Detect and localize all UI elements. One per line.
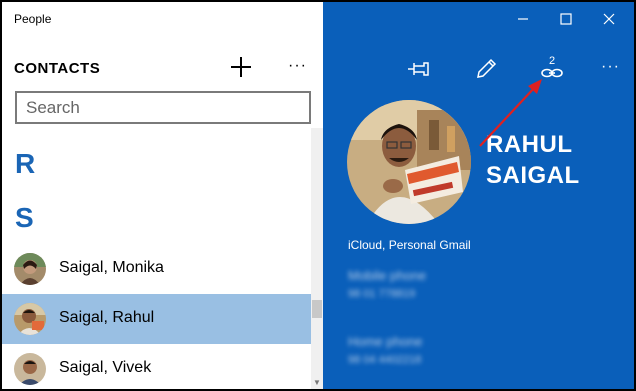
- add-contact-button[interactable]: [228, 54, 254, 80]
- maximize-button[interactable]: [556, 10, 576, 28]
- edit-contact-button[interactable]: [473, 56, 499, 82]
- contact-name: Saigal, Monika: [59, 259, 164, 276]
- contacts-pane: People CONTACTS ··· R S: [2, 2, 323, 389]
- more-icon: ···: [601, 58, 620, 75]
- scroll-down-icon[interactable]: ▼: [313, 378, 321, 387]
- people-app-window: People CONTACTS ··· R S: [2, 2, 634, 389]
- contact-item-rahul[interactable]: Saigal, Rahul: [2, 294, 311, 344]
- field-value: 98 01 778819: [348, 288, 416, 300]
- contacts-header: CONTACTS: [14, 60, 101, 77]
- more-icon: ···: [288, 57, 307, 74]
- account-source: iCloud, Personal Gmail: [348, 238, 471, 252]
- pin-to-start-button[interactable]: [405, 56, 431, 82]
- field-label: Home phone: [348, 334, 423, 349]
- minimize-button[interactable]: [513, 10, 533, 28]
- search-box[interactable]: [15, 91, 311, 124]
- more-options-button[interactable]: ···: [601, 58, 620, 76]
- group-header-r[interactable]: R: [15, 148, 35, 180]
- group-header-s[interactable]: S: [15, 202, 34, 234]
- contacts-scrollbar[interactable]: ▼: [311, 128, 323, 389]
- close-icon: [603, 13, 615, 25]
- contact-photo: [347, 100, 471, 224]
- search-input[interactable]: [17, 93, 309, 122]
- scrollbar-thumb[interactable]: [312, 300, 322, 318]
- field-label: Mobile phone: [348, 268, 427, 283]
- contact-full-name: RAHUL SAIGAL: [486, 129, 580, 191]
- edit-icon: [477, 58, 497, 78]
- minimize-icon: [518, 18, 528, 20]
- avatar: [14, 253, 46, 285]
- field-value: 98 04 4402218: [348, 354, 422, 366]
- link-icon: [541, 68, 563, 78]
- close-button[interactable]: [599, 10, 619, 28]
- app-title: People: [14, 12, 52, 26]
- avatar: [14, 303, 46, 335]
- contact-item-vivek[interactable]: Saigal, Vivek: [2, 344, 311, 389]
- contact-details-pane: 2 ··· RAHUL SAIGAL iCloud, Personal Gmai…: [323, 2, 634, 389]
- phone-field-home[interactable]: Home phone 98 04 4402218: [348, 334, 422, 366]
- maximize-icon: [560, 13, 572, 25]
- contact-name: Saigal, Vivek: [59, 359, 152, 376]
- contact-item-monika[interactable]: Saigal, Monika: [2, 244, 311, 294]
- avatar: [14, 353, 46, 385]
- more-options-button[interactable]: ···: [288, 58, 307, 74]
- link-contacts-button[interactable]: [539, 58, 565, 84]
- pin-icon: [408, 62, 429, 76]
- contact-name: Saigal, Rahul: [59, 309, 155, 326]
- contact-first-name: RAHUL: [486, 131, 573, 158]
- phone-field-mobile[interactable]: Mobile phone 98 01 778819: [348, 268, 426, 300]
- add-icon: [231, 57, 251, 77]
- contact-last-name: SAIGAL: [486, 162, 580, 189]
